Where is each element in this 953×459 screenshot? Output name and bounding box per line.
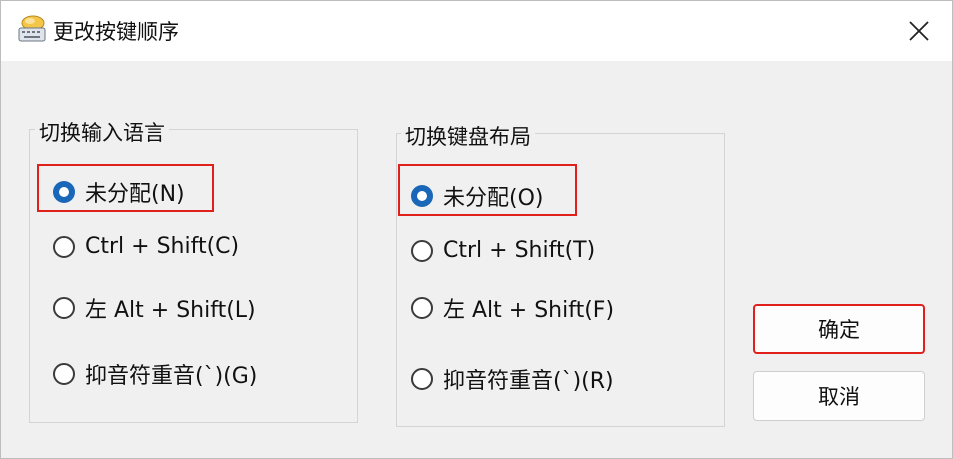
radio-label: Ctrl + Shift(T) (443, 238, 596, 263)
radio-layout-unassigned[interactable]: 未分配(O) (411, 180, 543, 212)
radio-input-ctrl-shift[interactable]: Ctrl + Shift(C) (53, 234, 239, 259)
radio-layout-ctrl-shift[interactable]: Ctrl + Shift(T) (411, 238, 595, 263)
keyboard-icon (18, 15, 46, 42)
radio-indicator (411, 239, 433, 262)
radio-layout-left-alt-shift[interactable]: 左 Alt + Shift(F) (411, 292, 614, 324)
title-bar: 更改按键顺序 (1, 1, 952, 61)
close-button[interactable] (886, 1, 952, 61)
radio-indicator (411, 297, 433, 319)
close-icon (909, 21, 929, 41)
radio-label: Ctrl + Shift(C) (85, 234, 240, 259)
radio-indicator (53, 235, 75, 258)
cancel-button[interactable]: 取消 (753, 371, 925, 421)
input-language-group-title: 切换输入语言 (35, 117, 169, 147)
radio-label: 左 Alt + Shift(F) (443, 298, 615, 323)
radio-input-unassigned[interactable]: 未分配(N) (53, 176, 185, 208)
radio-label: 抑音符重音(`)(G) (85, 364, 258, 389)
dialog-window: 更改按键顺序 切换输入语言 未分配(N) Ctrl + Shift(C) 左 A… (0, 0, 953, 459)
radio-selected-indicator (53, 181, 75, 203)
radio-indicator (53, 363, 75, 385)
radio-label: 未分配(N) (85, 182, 185, 207)
radio-selected-indicator (411, 185, 433, 207)
radio-input-grave-accent[interactable]: 抑音符重音(`)(G) (53, 358, 257, 390)
radio-layout-grave-accent[interactable]: 抑音符重音(`)(R) (411, 363, 614, 395)
ok-button[interactable]: 确定 (753, 304, 925, 354)
dialog-title: 更改按键顺序 (53, 20, 179, 44)
radio-label: 左 Alt + Shift(L) (85, 298, 256, 323)
radio-label: 未分配(O) (443, 186, 544, 211)
radio-indicator (411, 368, 433, 390)
radio-indicator (53, 297, 75, 319)
radio-label: 抑音符重音(`)(R) (443, 369, 614, 394)
radio-input-left-alt-shift[interactable]: 左 Alt + Shift(L) (53, 292, 256, 324)
keyboard-layout-group-title: 切换键盘布局 (401, 121, 535, 151)
